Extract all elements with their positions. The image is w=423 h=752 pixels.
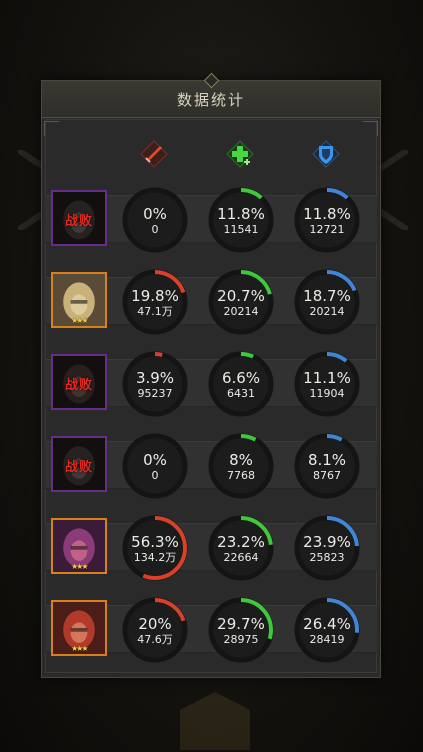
stat-value: 20214 xyxy=(223,305,259,318)
stat-value: 11541 xyxy=(223,223,259,236)
hero-avatar[interactable]: ★★★ xyxy=(51,518,107,574)
stat-value: 12721 xyxy=(309,223,345,236)
stat-percent: 18.7% xyxy=(303,287,351,305)
defeat-label: 战败 xyxy=(64,214,93,229)
stat-percent: 8.1% xyxy=(307,451,347,469)
star-rating: ★★★ xyxy=(71,644,88,653)
stat-ring-green-cross-heal: 29.7% 28975 xyxy=(207,596,275,664)
defeat-label: 战败 xyxy=(64,378,93,393)
stat-ring-sword-damage: 19.8% 47.1万 xyxy=(121,268,189,336)
stat-ring-sword-damage: 3.9% 95237 xyxy=(121,350,189,418)
stat-ring-green-cross-heal: 8% 7768 xyxy=(207,432,275,500)
stat-percent: 11.8% xyxy=(303,205,351,223)
stat-ring-green-cross-heal: 20.7% 20214 xyxy=(207,268,275,336)
stat-value: 47.1万 xyxy=(137,305,173,318)
stat-ring-blue-shield: 18.7% 20214 xyxy=(293,268,361,336)
stat-ring-sword-damage: 56.3% 134.2万 xyxy=(121,514,189,582)
stat-percent: 23.9% xyxy=(303,533,351,551)
stat-ring-green-cross-heal: 23.2% 22664 xyxy=(207,514,275,582)
stat-value: 28419 xyxy=(309,633,345,646)
green-cross-heal-icon xyxy=(226,140,254,168)
stat-ring-green-cross-heal: 6.6% 6431 xyxy=(207,350,275,418)
sword-damage-icon xyxy=(140,140,168,168)
stat-ring-sword-damage: 0% 0 xyxy=(121,432,189,500)
defeat-label: 战败 xyxy=(64,460,93,475)
stat-ring-blue-shield: 23.9% 25823 xyxy=(293,514,361,582)
blue-shield-icon xyxy=(312,140,340,168)
stat-ring-blue-shield: 8.1% 8767 xyxy=(293,432,361,500)
stat-ring-sword-damage: 20% 47.6万 xyxy=(121,596,189,664)
stat-value: 20214 xyxy=(309,305,345,318)
stat-percent: 11.1% xyxy=(303,369,351,387)
corner-ornament xyxy=(44,121,59,136)
stat-percent: 6.6% xyxy=(221,369,261,387)
stat-percent: 20.7% xyxy=(217,287,265,305)
stat-percent: 20% xyxy=(138,615,172,633)
stat-percent: 11.8% xyxy=(217,205,265,223)
stat-ring-green-cross-heal: 11.8% 11541 xyxy=(207,186,275,254)
stat-ring-sword-damage: 0% 0 xyxy=(121,186,189,254)
stat-value: 28975 xyxy=(223,633,259,646)
stat-value: 95237 xyxy=(137,387,173,400)
stat-percent: 29.7% xyxy=(217,615,265,633)
corner-ornament xyxy=(363,121,378,136)
hero-avatar[interactable]: ★★★ xyxy=(51,600,107,656)
stat-ring-blue-shield: 11.8% 12721 xyxy=(293,186,361,254)
star-rating: ★★★ xyxy=(71,316,88,325)
stat-value: 0 xyxy=(151,223,159,236)
hero-stat-row: 战败 0% 0 11.8% 11541 11.8% 12721 xyxy=(41,182,381,254)
star-rating: ★★★ xyxy=(71,562,88,571)
stat-percent: 0% xyxy=(143,205,167,223)
background-emblem-icon xyxy=(180,692,250,750)
stat-value: 47.6万 xyxy=(137,633,173,646)
stat-percent: 19.8% xyxy=(131,287,179,305)
hero-stat-row: 战败 0% 0 8% 7768 8.1% 8767 xyxy=(41,428,381,500)
stat-percent: 3.9% xyxy=(135,369,175,387)
stat-percent: 23.2% xyxy=(217,533,265,551)
stat-percent: 8% xyxy=(229,451,253,469)
stat-value: 7768 xyxy=(227,469,255,482)
hero-avatar[interactable]: 战败 xyxy=(51,436,107,492)
stat-value: 6431 xyxy=(227,387,255,400)
stat-percent: 0% xyxy=(143,451,167,469)
stat-value: 11904 xyxy=(309,387,345,400)
hero-avatar[interactable]: 战败 xyxy=(51,190,107,246)
stat-percent: 26.4% xyxy=(303,615,351,633)
stat-ring-blue-shield: 26.4% 28419 xyxy=(293,596,361,664)
stat-value: 22664 xyxy=(223,551,259,564)
stat-ring-blue-shield: 11.1% 11904 xyxy=(293,350,361,418)
stat-value: 8767 xyxy=(313,469,341,482)
stat-percent: 56.3% xyxy=(131,533,179,551)
stat-value: 134.2万 xyxy=(133,551,177,564)
hero-stat-row: ★★★ 20% 47.6万 29.7% 28975 26.4% 28419 xyxy=(41,592,381,664)
stat-value: 0 xyxy=(151,469,159,482)
hero-avatar[interactable]: 战败 xyxy=(51,354,107,410)
stat-value: 25823 xyxy=(309,551,345,564)
hero-avatar[interactable]: ★★★ xyxy=(51,272,107,328)
hero-stat-row: 战败 3.9% 95237 6.6% 6431 11.1% 11904 xyxy=(41,346,381,418)
hero-stat-row: ★★★ 19.8% 47.1万 20.7% 20214 18.7% 20214 xyxy=(41,264,381,336)
hero-stat-row: ★★★ 56.3% 134.2万 23.2% 22664 23.9% 25823 xyxy=(41,510,381,582)
